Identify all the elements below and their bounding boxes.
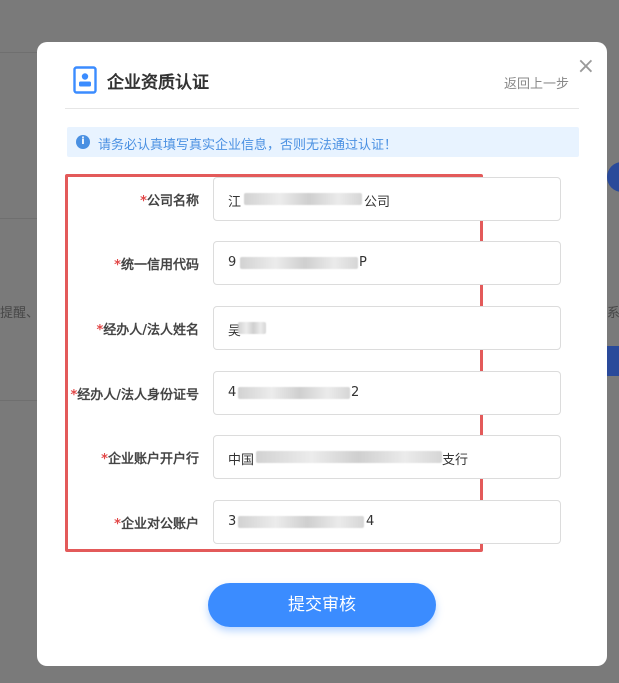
field-label: *统一信用代码 — [114, 258, 199, 273]
field-label: *公司名称 — [140, 194, 199, 209]
required-mark: * — [140, 194, 147, 209]
redacted-value — [238, 516, 364, 528]
field-label: *经办人/法人姓名 — [96, 323, 199, 338]
background-button — [607, 346, 619, 376]
highlight-box — [65, 174, 483, 552]
form-row-account: *企业对公账户 3 4 — [37, 500, 607, 544]
handler-name-field[interactable]: 吴 — [213, 306, 561, 350]
field-value-prefix: 9 — [228, 255, 237, 270]
close-icon[interactable]: × — [577, 56, 595, 78]
form-row-handler-name: *经办人/法人姓名 吴 — [37, 306, 607, 350]
background-text: 系 — [607, 306, 619, 321]
bank-field[interactable]: 中国 支行 — [213, 435, 561, 479]
field-value-suffix: 2 — [351, 385, 360, 400]
certificate-icon — [73, 66, 97, 94]
field-value-prefix: 3 — [228, 514, 237, 529]
notice-text: 请务必认真填写真实企业信息，否则无法通过认证！ — [98, 138, 398, 153]
background-button — [607, 162, 619, 192]
field-value-prefix: 4 — [228, 385, 237, 400]
field-label: *企业账户开户行 — [101, 452, 199, 467]
background-divider — [0, 218, 37, 219]
background-divider — [0, 52, 37, 53]
company-name-field[interactable]: 江 公司 — [213, 177, 561, 221]
redacted-value — [238, 322, 266, 334]
field-value-suffix: 4 — [366, 514, 375, 529]
redacted-value — [238, 387, 350, 399]
field-label: *企业对公账户 — [114, 517, 199, 532]
field-value-prefix: 中国 — [228, 453, 255, 468]
redacted-value — [240, 257, 358, 269]
field-value-suffix: 公司 — [364, 195, 391, 210]
notice-banner: i 请务必认真填写真实企业信息，否则无法通过认证！ — [67, 127, 579, 157]
required-mark: * — [114, 517, 121, 532]
redacted-value — [256, 451, 442, 463]
form-row-bank: *企业账户开户行 中国 支行 — [37, 435, 607, 479]
form-row-handler-id: *经办人/法人身份证号 4 2 — [37, 371, 607, 415]
required-mark: * — [114, 258, 121, 273]
certification-modal: 企业资质认证 返回上一步 × i 请务必认真填写真实企业信息，否则无法通过认证！… — [37, 42, 607, 666]
redacted-value — [244, 193, 362, 205]
back-link[interactable]: 返回上一步 — [504, 73, 569, 92]
field-value-suffix: 支行 — [442, 453, 469, 468]
form-row-credit-code: *统一信用代码 9 P — [37, 241, 607, 285]
submit-button[interactable]: 提交审核 — [208, 583, 436, 627]
background-divider — [0, 400, 37, 401]
required-mark: * — [101, 452, 108, 467]
modal-header: 企业资质认证 返回上一步 — [65, 62, 579, 109]
modal-title: 企业资质认证 — [107, 73, 209, 93]
field-label: *经办人/法人身份证号 — [70, 388, 199, 403]
credit-code-field[interactable]: 9 P — [213, 241, 561, 285]
handler-id-field[interactable]: 4 2 — [213, 371, 561, 415]
field-value-suffix: P — [359, 255, 367, 270]
account-field[interactable]: 3 4 — [213, 500, 561, 544]
info-icon: i — [76, 135, 90, 149]
form-row-company-name: *公司名称 江 公司 — [37, 177, 607, 221]
field-value-prefix: 江 — [228, 195, 242, 210]
